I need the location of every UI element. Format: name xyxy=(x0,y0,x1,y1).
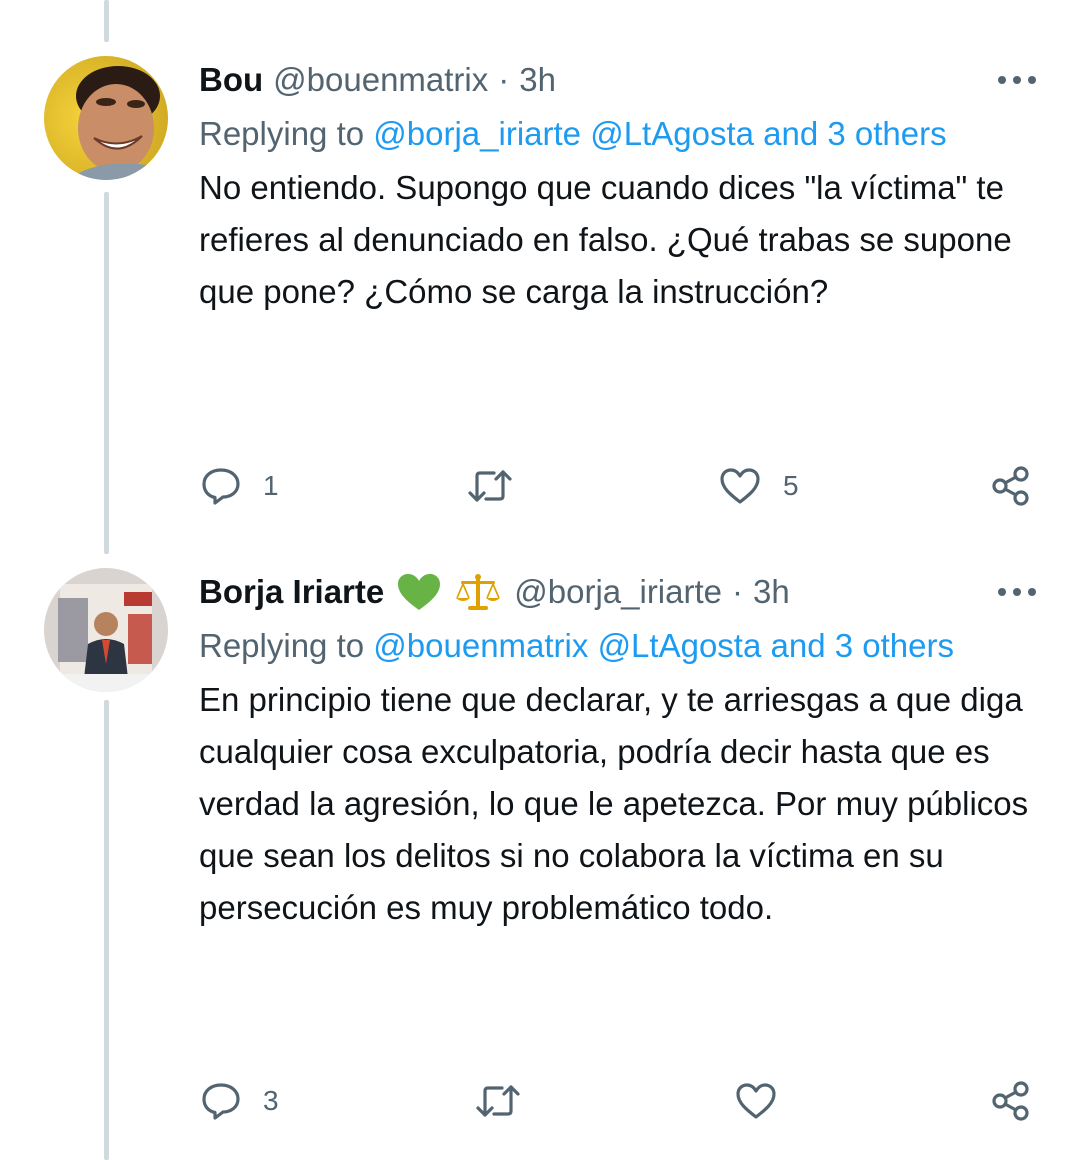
separator-dot: · xyxy=(732,573,743,610)
like-count: 5 xyxy=(783,470,799,501)
reply-count: 3 xyxy=(263,1085,279,1116)
reply-button[interactable]: 1 xyxy=(201,464,279,508)
like-icon xyxy=(736,1083,776,1119)
user-handle[interactable]: @bouenmatrix xyxy=(273,58,488,102)
tweet-text: No entiendo. Supongo que cuando dices "l… xyxy=(199,169,1012,310)
display-name[interactable]: Borja Iriarte xyxy=(199,570,384,614)
like-button[interactable]: 5 xyxy=(719,464,799,508)
like-button[interactable] xyxy=(735,1079,799,1123)
more-icon xyxy=(998,76,1036,84)
retweet-button[interactable] xyxy=(467,464,513,508)
timestamp[interactable]: 3h xyxy=(519,58,556,102)
more-options-button[interactable] xyxy=(995,58,1039,102)
action-bar: 1 5 xyxy=(199,464,1039,508)
replying-to: Replying to @bouenmatrix @LtAgosta and 3… xyxy=(199,620,1039,672)
retweet-icon xyxy=(476,1085,520,1117)
more-icon xyxy=(998,588,1036,596)
tweet[interactable]: Bou @bouenmatrix · 3h Replying to @borja… xyxy=(0,0,1079,540)
reply-count: 1 xyxy=(263,470,279,501)
green-heart-icon xyxy=(398,574,441,610)
balance-scale-icon xyxy=(456,574,501,610)
like-icon xyxy=(720,468,760,504)
tweet-header: Bou @bouenmatrix · 3h xyxy=(199,58,1039,102)
retweet-icon xyxy=(468,470,512,502)
mention-link[interactable]: @LtAgosta xyxy=(590,115,754,152)
tweet[interactable]: Borja Iriarte @borja_iriarte · 3h Replyi… xyxy=(0,540,1079,1160)
reply-button[interactable]: 3 xyxy=(201,1079,279,1123)
share-button[interactable] xyxy=(991,464,1031,508)
mention-link[interactable]: @LtAgosta xyxy=(598,627,762,664)
display-name[interactable]: Bou xyxy=(199,58,263,102)
replying-prefix: Replying to xyxy=(199,115,365,152)
separator-dot: · xyxy=(498,61,510,98)
action-bar: 3 xyxy=(199,1079,1039,1123)
share-button[interactable] xyxy=(991,1079,1031,1123)
share-icon xyxy=(992,466,1029,506)
user-handle[interactable]: @borja_iriarte xyxy=(514,570,722,614)
tweet-text: En principio tiene que declarar, y te ar… xyxy=(199,681,1029,926)
avatar[interactable] xyxy=(44,56,168,180)
share-icon xyxy=(992,1081,1029,1121)
reply-icon xyxy=(202,468,240,505)
mention-link[interactable]: @bouenmatrix xyxy=(373,627,588,664)
others-link[interactable]: and 3 others xyxy=(763,115,946,152)
others-link[interactable]: and 3 others xyxy=(771,627,954,664)
tweet-header: Borja Iriarte @borja_iriarte · 3h xyxy=(199,570,1039,614)
replying-to: Replying to @borja_iriarte @LtAgosta and… xyxy=(199,108,1039,160)
more-options-button[interactable] xyxy=(995,570,1039,614)
replying-prefix: Replying to xyxy=(199,627,365,664)
retweet-button[interactable] xyxy=(475,1079,521,1123)
reply-icon xyxy=(202,1083,240,1120)
timestamp[interactable]: 3h xyxy=(753,570,790,614)
mention-link[interactable]: @borja_iriarte xyxy=(373,115,581,152)
avatar[interactable] xyxy=(44,568,168,692)
